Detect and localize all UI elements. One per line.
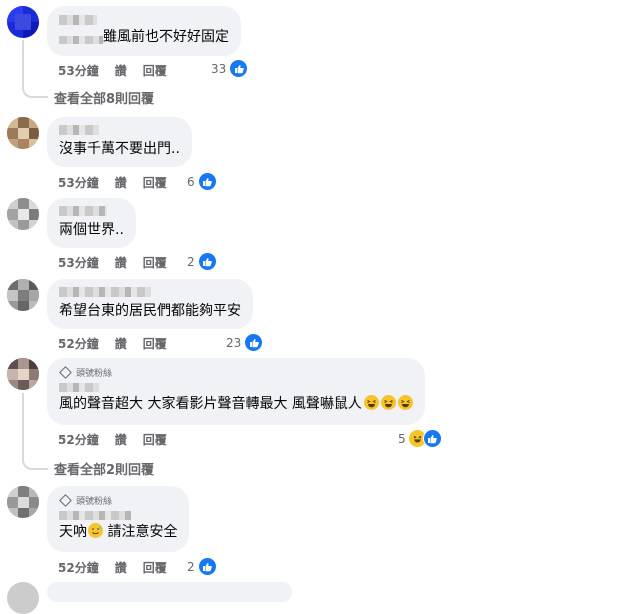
avatar[interactable] <box>7 582 39 614</box>
comment-bubble <box>47 582 292 602</box>
comment-bubble: 頭號粉絲 風的聲音超大 大家看影片聲音轉最大 風聲嚇鼠人 <box>47 358 425 425</box>
comment-time[interactable]: 53分鐘 <box>58 174 99 191</box>
like-button[interactable]: 讚 <box>115 254 127 271</box>
author-name[interactable] <box>59 511 131 520</box>
comment-time[interactable]: 53分鐘 <box>58 62 99 79</box>
comment-actions: 52分鐘 讚 回覆 <box>58 559 167 576</box>
comment-text: 希望台東的居民們都能夠平安 <box>59 303 241 319</box>
like-icon <box>197 172 217 191</box>
view-replies-link[interactable]: 查看全部2則回覆 <box>54 459 154 478</box>
avatar-image <box>7 117 39 149</box>
avatar[interactable] <box>7 198 39 230</box>
reply-button[interactable]: 回覆 <box>143 62 167 79</box>
author-name[interactable] <box>59 383 99 392</box>
comment-bubble: 頭號粉絲 天吶 請注意安全 <box>47 486 190 552</box>
comment-text: 沒事千萬不要出門.. <box>59 141 180 157</box>
comment-text-end: 請注意安全 <box>103 524 178 540</box>
comment-text: 風的聲音超大 大家看影片聲音轉最大 風聲嚇鼠人 <box>59 395 413 414</box>
avatar[interactable] <box>7 117 39 149</box>
thread-line <box>22 40 24 84</box>
diamond-icon <box>59 366 72 379</box>
grinning-squint-emoji <box>380 395 396 410</box>
like-icon <box>422 429 442 448</box>
comment-time[interactable]: 53分鐘 <box>58 254 99 271</box>
author-name[interactable] <box>59 36 103 44</box>
reply-button[interactable]: 回覆 <box>143 335 167 352</box>
reaction-summary[interactable]: 23 <box>226 333 264 352</box>
avatar[interactable] <box>7 486 39 518</box>
reaction-count: 23 <box>226 335 242 350</box>
comment-text: 天吶 請注意安全 <box>59 523 177 542</box>
reply-button[interactable]: 回覆 <box>143 174 167 191</box>
comment-time[interactable]: 52分鐘 <box>58 431 99 448</box>
like-icon <box>244 333 264 352</box>
reaction-summary[interactable]: 2 <box>187 252 217 271</box>
avatar[interactable] <box>7 358 39 390</box>
avatar-image <box>7 358 39 390</box>
comment-bubble: 兩個世界.. <box>47 198 136 248</box>
reaction-count: 6 <box>187 174 195 189</box>
avatar-image <box>7 6 39 38</box>
thread-connector <box>22 84 48 98</box>
top-fan-badge: 頭號粉絲 <box>59 366 413 379</box>
like-icon <box>197 252 217 271</box>
reaction-summary[interactable]: 33 <box>211 59 249 78</box>
comment-time[interactable]: 52分鐘 <box>58 335 99 352</box>
author-name[interactable] <box>59 15 97 25</box>
like-icon <box>197 557 217 576</box>
comment-text: 兩個世界.. <box>59 222 124 238</box>
reaction-summary[interactable]: 5 <box>398 429 442 448</box>
avatar-image <box>7 486 39 518</box>
grinning-squint-emoji <box>363 395 379 410</box>
comment-text-body: 風的聲音超大 大家看影片聲音轉最大 風聲嚇鼠人 <box>59 396 362 412</box>
diamond-icon <box>59 494 72 507</box>
reaction-count: 2 <box>187 559 195 574</box>
like-button[interactable]: 讚 <box>115 174 127 191</box>
comment-actions: 52分鐘 讚 回覆 <box>58 431 167 448</box>
author-name[interactable] <box>59 287 151 297</box>
like-button[interactable]: 讚 <box>115 335 127 352</box>
comment-time[interactable]: 52分鐘 <box>58 559 99 576</box>
comment-actions: 53分鐘 讚 回覆 <box>58 174 167 191</box>
grinning-squint-emoji <box>397 395 413 410</box>
reaction-summary[interactable]: 6 <box>187 172 217 191</box>
author-name[interactable] <box>59 206 107 216</box>
comment-bubble: 雖風前也不好好固定 <box>47 6 241 56</box>
reply-button[interactable]: 回覆 <box>143 254 167 271</box>
comment-actions: 53分鐘 讚 回覆 <box>58 62 167 79</box>
author-name[interactable] <box>59 125 99 135</box>
avatar[interactable] <box>7 279 39 311</box>
avatar-image <box>7 279 39 311</box>
sweat-smile-emoji <box>88 523 103 538</box>
like-button[interactable]: 讚 <box>115 431 127 448</box>
comment-text-start: 天吶 <box>59 524 87 540</box>
top-fan-label: 頭號粉絲 <box>76 497 113 507</box>
avatar-image <box>7 198 39 230</box>
like-button[interactable]: 讚 <box>115 62 127 79</box>
reply-button[interactable]: 回覆 <box>143 559 167 576</box>
reaction-count: 5 <box>398 431 406 446</box>
like-button[interactable]: 讚 <box>115 559 127 576</box>
top-fan-label: 頭號粉絲 <box>76 369 113 379</box>
comment-bubble: 希望台東的居民們都能夠平安 <box>47 279 253 329</box>
reply-button[interactable]: 回覆 <box>143 431 167 448</box>
view-replies-link[interactable]: 查看全部8則回覆 <box>54 88 154 107</box>
thread-connector <box>22 456 48 470</box>
reaction-summary[interactable]: 2 <box>187 557 217 576</box>
reaction-count: 33 <box>211 61 227 76</box>
comment-actions: 52分鐘 讚 回覆 <box>58 335 167 352</box>
reaction-count: 2 <box>187 254 195 269</box>
like-icon <box>229 59 249 78</box>
top-fan-badge: 頭號粉絲 <box>59 494 177 507</box>
comment-bubble: 沒事千萬不要出門.. <box>47 117 192 167</box>
thread-line <box>22 393 24 458</box>
avatar[interactable] <box>7 6 39 38</box>
comment-actions: 53分鐘 讚 回覆 <box>58 254 167 271</box>
